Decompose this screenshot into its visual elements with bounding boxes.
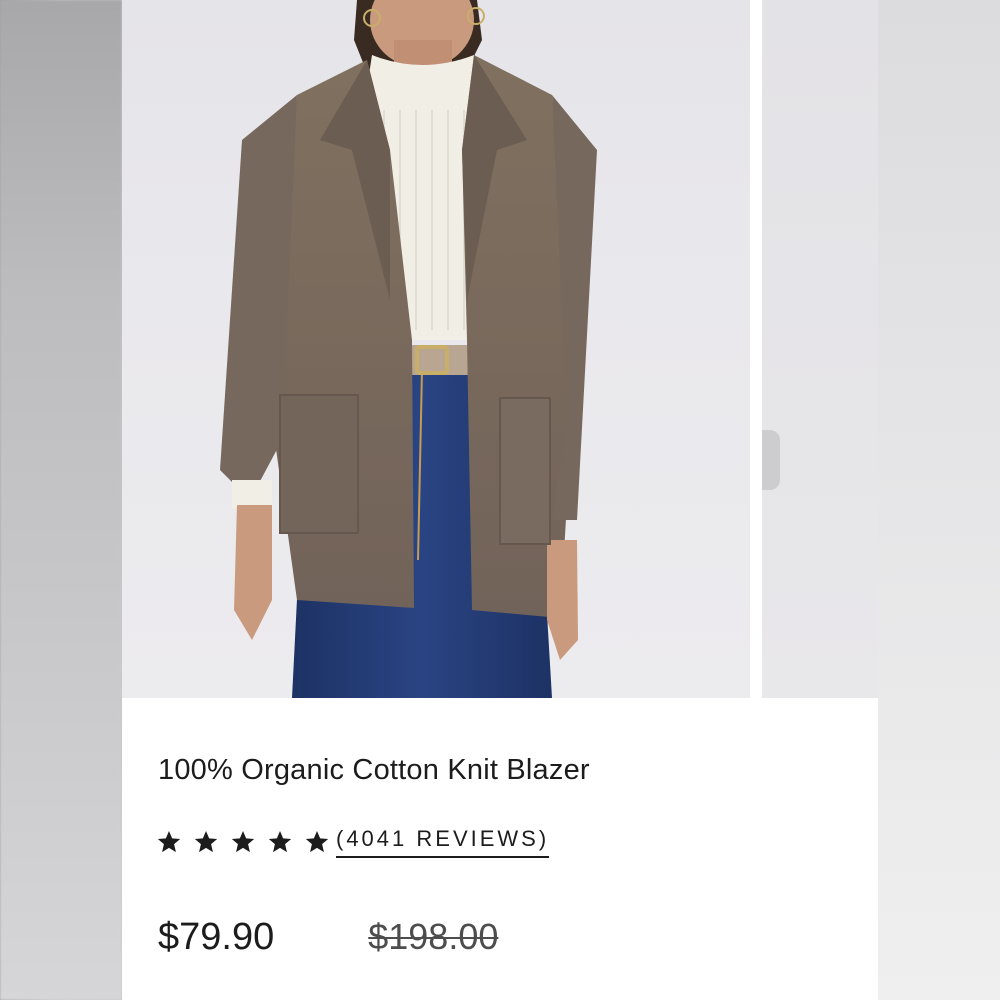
star-icon: [231, 830, 255, 853]
product-card[interactable]: 100% Organic Cotton Knit Blazer (4041 RE…: [122, 0, 878, 1000]
star-icon: [305, 830, 329, 853]
star-icon: [157, 830, 181, 853]
price-current: $79.90: [158, 916, 275, 958]
image-gap: [750, 0, 762, 698]
screenshot-frame: 100% Organic Cotton Knit Blazer (4041 RE…: [0, 0, 1000, 1000]
product-rating: (4041 REVIEWS): [156, 824, 550, 860]
star-icon: [194, 830, 218, 853]
product-image-main[interactable]: [122, 0, 750, 698]
rating-stars: [156, 829, 336, 855]
blurred-background-right: [878, 0, 1000, 1000]
next-image-partial-figure: [762, 430, 780, 490]
reviews-link[interactable]: (4041 REVIEWS): [336, 826, 550, 858]
star-icon: [268, 830, 292, 853]
model-illustration: [220, 0, 597, 698]
price-original-strikethrough: $198.00: [368, 916, 499, 957]
product-title[interactable]: 100% Organic Cotton Knit Blazer: [158, 754, 590, 787]
blurred-background-left: [0, 0, 122, 1000]
product-info: 100% Organic Cotton Knit Blazer (4041 RE…: [122, 698, 878, 1000]
price-block: $79.90 $198.00: [158, 916, 498, 959]
product-image-next[interactable]: [762, 0, 878, 698]
